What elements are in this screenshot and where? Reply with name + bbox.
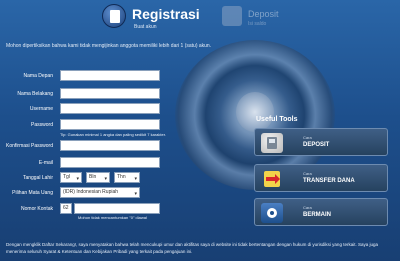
password-tip: Tip: Gunakan minimal 1 angka dan paling … [60,132,166,137]
birth-month-select[interactable]: Bln ▾ [86,172,110,183]
roulette-hub-image [236,92,274,132]
atm-card-icon [261,133,283,153]
birth-day-value: Tgl [63,174,70,180]
tool-bermain-button[interactable]: Cara BERMAIN [254,198,388,226]
register-form-icon [102,4,126,28]
birth-day-select[interactable]: Tgl ▾ [60,172,82,183]
chevron-down-icon: ▾ [134,191,137,197]
tool-deposit-button[interactable]: Cara DEPOSIT [254,128,388,156]
nama-belakang-label: Nama Belakang [17,91,53,97]
password-input[interactable] [60,119,160,130]
nomor-kontak-label: Nomor Kontak [21,206,53,212]
tanggal-lahir-label: Tanggal Lahir [22,175,53,181]
chevron-down-icon: ▾ [76,176,79,182]
tool-transfer-button[interactable]: Cara TRANSFER DANA [254,164,388,192]
intro-text: Mohon dipertiksikan bahwa kami tidak men… [6,43,212,49]
username-label: Username [29,106,53,112]
tab-deposit[interactable]: Deposit Isi saldo [222,6,302,32]
email-input[interactable] [60,157,160,168]
phone-prefix-field: 62 [60,203,72,214]
birth-month-value: Bln [89,174,97,180]
tab-deposit-subtitle: Isi saldo [248,21,267,27]
tool-bermain-label: BERMAIN [303,212,331,218]
tab-registrasi-subtitle: Buat akun [134,24,157,30]
mata-uang-label: Pilihan Mata Uang [12,190,53,196]
chevron-down-icon: ▾ [134,176,137,182]
deposit-icon [222,6,242,26]
tool-transfer-small: Cara [303,171,312,176]
konfirmasi-password-input[interactable] [60,140,160,151]
birth-year-value: Thn [117,174,126,180]
nama-depan-input[interactable] [60,70,160,81]
terms-text: Dengan mengklik Daftar Sekarang!, saya m… [6,242,378,254]
header: Registrasi Buat akun Deposit Isi saldo [0,0,400,38]
nama-depan-label: Nama Depan [23,73,53,79]
tab-registrasi-title: Registrasi [132,6,200,22]
phone-number-input[interactable] [74,203,160,214]
konfirmasi-password-label: Konfirmasi Password [6,143,53,149]
chevron-down-icon: ▾ [104,176,107,182]
username-input[interactable] [60,103,160,114]
phone-tip: Mohon tidak mencantumkan "0" diawal [78,215,147,220]
tab-registrasi[interactable]: Registrasi Buat akun [102,4,222,34]
currency-value: (IDR) Indonesian Rupiah [63,189,119,195]
currency-select[interactable]: (IDR) Indonesian Rupiah ▾ [60,187,140,198]
tool-deposit-label: DEPOSIT [303,142,330,148]
nama-belakang-input[interactable] [60,88,160,99]
email-label: E-mail [38,160,53,166]
tab-deposit-title: Deposit [248,9,279,19]
useful-tools-title: Useful Tools [256,116,298,123]
game-icon [261,203,283,223]
birth-year-select[interactable]: Thn ▾ [114,172,140,183]
tool-deposit-small: Cara [303,135,312,140]
transfer-arrows-icon [261,169,283,189]
password-label: Password [31,122,53,128]
tool-bermain-small: Cara [303,205,312,210]
tool-transfer-label: TRANSFER DANA [303,178,355,184]
